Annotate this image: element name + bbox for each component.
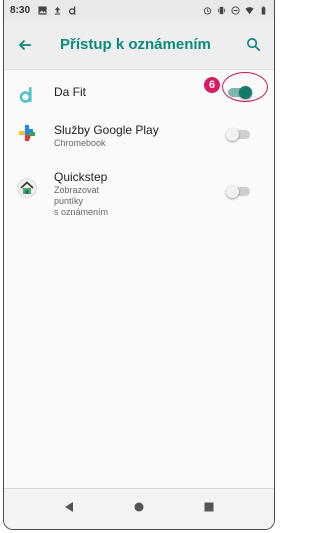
nav-back-button[interactable] xyxy=(63,500,75,518)
navigation-bar xyxy=(4,488,274,529)
home-circle-icon xyxy=(134,502,144,512)
status-time: 8:30 xyxy=(10,4,31,16)
nav-home-button[interactable] xyxy=(133,500,145,518)
home-icon xyxy=(16,177,38,199)
search-icon xyxy=(246,38,260,52)
play-services-icon xyxy=(16,122,38,144)
battery-icon xyxy=(261,5,266,15)
phone-frame: 8:30 Přístup k oznámením Da Fit 6 Služby… xyxy=(3,0,275,530)
image-icon xyxy=(38,5,47,15)
google-play-toggle[interactable] xyxy=(226,128,252,141)
list-item-quickstep[interactable]: Quickstep Zobrazovat puntíky s oznámením xyxy=(4,157,274,226)
app-name: Quickstep xyxy=(54,170,108,184)
search-button[interactable] xyxy=(242,34,264,56)
da-fit-toggle[interactable] xyxy=(226,86,252,99)
nav-recents-button[interactable] xyxy=(203,500,215,518)
app-toolbar: Přístup k oznámením xyxy=(4,20,274,70)
page-title: Přístup k oznámením xyxy=(60,36,211,53)
wifi-icon xyxy=(245,6,254,14)
alarm-icon xyxy=(203,6,212,15)
arrow-back-icon xyxy=(18,39,31,50)
app-list: Da Fit 6 Služby Google Play Chromebook Q… xyxy=(4,70,274,226)
annotation-badge: 6 xyxy=(204,77,220,93)
vibrate-icon xyxy=(217,6,226,14)
list-item-da-fit[interactable]: Da Fit 6 xyxy=(4,72,274,114)
dafit-icon xyxy=(16,84,38,106)
quickstep-toggle[interactable] xyxy=(226,185,252,198)
recents-square-icon xyxy=(204,502,214,512)
status-bar: 8:30 xyxy=(4,0,274,20)
upload-icon xyxy=(54,6,61,15)
dnd-icon xyxy=(231,5,240,15)
back-button[interactable] xyxy=(14,34,36,56)
d-app-icon xyxy=(68,5,76,15)
list-item-google-play-services[interactable]: Služby Google Play Chromebook xyxy=(4,114,274,157)
back-triangle-icon xyxy=(65,502,73,512)
